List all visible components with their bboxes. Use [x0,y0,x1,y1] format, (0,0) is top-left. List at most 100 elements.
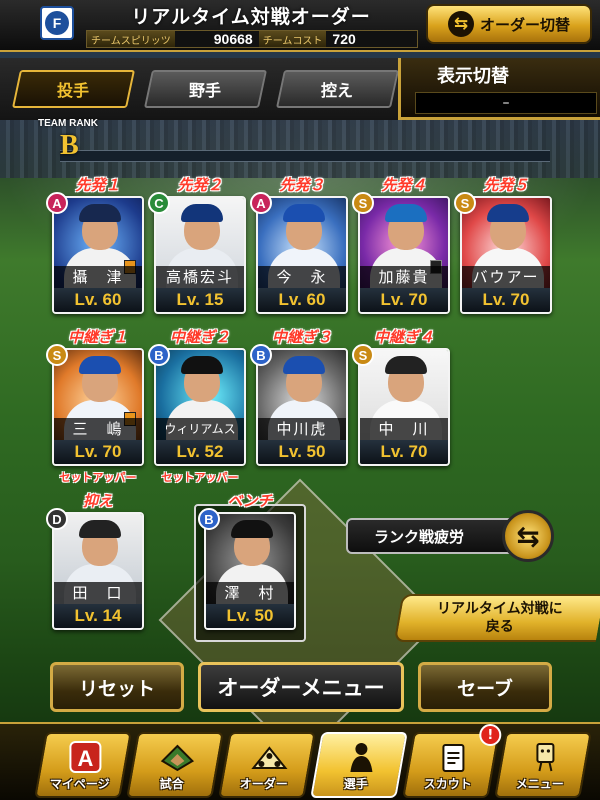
player-card[interactable]: バウアー Lv. 70 [460,196,552,314]
player-name: 攝 津 [54,266,142,288]
player-level: Lv. 70 [360,288,448,312]
team-logo: F [40,6,74,40]
player-card[interactable]: 三 嶋 Lv. 70 [52,348,144,466]
tab-pitcher[interactable]: 投手 [11,70,136,108]
nav-menu-label: メニュー [515,777,564,791]
player-level: Lv. 14 [54,604,142,628]
slot-label: 中継ぎ２ [169,328,230,346]
team-spirits-label: チームスピリッツ [87,31,175,47]
rank-badge: A [250,192,272,214]
player-card[interactable]: 中川虎 Lv. 50 [256,348,348,466]
player-name: 加藤貴 [360,266,448,288]
player-level: Lv. 15 [156,288,244,312]
starter-slot-2[interactable]: 先発２ 高橋宏斗 Lv. 15 C [148,174,246,314]
reliever-slot-2[interactable]: 中継ぎ２ ウィリアムス Lv. 52 B セットアッパー [148,326,246,485]
reliever-slot-4[interactable]: 中継ぎ４ 中 川 Lv. 70 S [352,326,450,466]
save-button[interactable]: セーブ [418,662,552,712]
tab-pitcher-label: 投手 [57,81,90,100]
starter-slot-5[interactable]: 先発５ バウアー Lv. 70 S [454,174,552,314]
team-rank: TEAM RANK B [38,118,108,162]
nav-order-label: オーダー [239,777,288,791]
slot-label: 先発４ [381,176,427,194]
notification-badge: ! [479,724,502,746]
save-label: セーブ [457,677,513,700]
player-level: Lv. 70 [462,288,550,312]
reliever-slot-3[interactable]: 中継ぎ３ 中川虎 Lv. 50 B [250,326,348,466]
rank-fatigue-label: ランク戦疲労 [374,527,465,546]
player-name: 中 川 [360,418,448,440]
player-card[interactable]: 澤 村 Lv. 50 [204,512,296,630]
stadium-icon [157,738,197,776]
order-switch-button[interactable]: ⇆ オーダー切替 [426,4,592,44]
position-tabs: 投手 野手 控え [0,58,400,120]
slot-label: 先発１ [75,176,121,194]
player-level: Lv. 60 [258,288,346,312]
tab-reserve-label: 控え [321,81,354,100]
tab-reserve[interactable]: 控え [275,70,400,108]
order-menu-button[interactable]: オーダーメニュー [198,662,404,712]
player-card[interactable]: 中 川 Lv. 70 [358,348,450,466]
starter-slot-3[interactable]: 先発３ 今 永 Lv. 60 A [250,174,348,314]
role-tag: セットアッパー [59,471,137,484]
svg-text:A: A [77,746,93,771]
team-cost-value: 720 [332,31,356,47]
rank-badge: B [148,344,170,366]
rank-badge: D [46,508,68,530]
bench-slot[interactable]: ベンチ 澤 村 Lv. 50 B [198,490,296,630]
scout-icon [433,738,473,776]
mypage-icon: A [65,738,105,776]
slot-label: 先発３ [279,176,325,194]
back-to-realtime-button[interactable]: リアルタイム対戦に 戻る [393,594,600,642]
slot-label: 抑え [82,492,113,510]
reliever-slot-1[interactable]: 中継ぎ１ 三 嶋 Lv. 70 S セットアッパー [46,326,144,485]
player-card[interactable]: 加藤貴 Lv. 70 [358,196,450,314]
tab-fielder-label: 野手 [189,81,222,100]
nav-game[interactable]: 試合 [126,732,224,798]
rank-badge: C [148,192,170,214]
rank-badge: S [454,192,476,214]
nav-menu[interactable]: メニュー [494,732,592,798]
order-menu-label: オーダーメニュー [217,676,385,700]
player-name: 高橋宏斗 [156,266,244,288]
rank-badge: S [352,344,374,366]
display-toggle[interactable]: 表示切替 – [398,58,600,120]
starter-slot-4[interactable]: 先発４ 加藤貴 Lv. 70 S [352,174,450,314]
nav-order[interactable]: オーダー [218,732,316,798]
player-level: Lv. 52 [156,440,244,464]
nav-game-label: 試合 [159,777,184,791]
player-level: Lv. 60 [54,288,142,312]
player-name: 今 永 [258,266,346,288]
swap-icon: ⇆ [447,11,474,37]
player-card[interactable]: 田 口 Lv. 14 [52,512,144,630]
player-card[interactable]: 攝 津 Lv. 60 [52,196,144,314]
player-card[interactable]: 今 永 Lv. 60 [256,196,348,314]
player-name: ウィリアムス [156,418,244,440]
player-card[interactable]: ウィリアムス Lv. 52 [154,348,246,466]
player-card[interactable]: 高橋宏斗 Lv. 15 [154,196,246,314]
reset-button[interactable]: リセット [50,662,184,712]
player-name: バウアー [462,266,550,288]
team-rank-value: B [60,130,79,161]
player-name: 田 口 [54,582,142,604]
recover-icon[interactable]: ⇆ [502,510,554,562]
team-rank-label: TEAM RANK [38,118,98,129]
order-icon [249,738,289,776]
slot-label: 中継ぎ３ [271,328,332,346]
starter-slot-1[interactable]: 先発１ 攝 津 Lv. 60 A [46,174,144,314]
team-spirits-value: 90668 [213,31,253,47]
page-title: リアルタイム対戦オーダー [131,6,371,28]
player-level: Lv. 70 [360,440,448,464]
team-cost-label: チームコスト [258,31,327,47]
nav-scout[interactable]: スカウト ! [402,724,502,798]
nav-player[interactable]: 選手 [310,732,408,798]
rank-badge: B [198,508,220,530]
player-level: Lv. 50 [206,604,294,628]
tab-fielder[interactable]: 野手 [143,70,268,108]
rank-badge: B [250,344,272,366]
role-tag: セットアッパー [161,471,239,484]
nav-player-label: 選手 [343,777,368,791]
player-name: 三 嶋 [54,418,142,440]
rank-badge: S [46,344,68,366]
closer-slot[interactable]: 抑え 田 口 Lv. 14 D [46,490,144,630]
nav-mypage[interactable]: A マイページ [34,732,132,798]
